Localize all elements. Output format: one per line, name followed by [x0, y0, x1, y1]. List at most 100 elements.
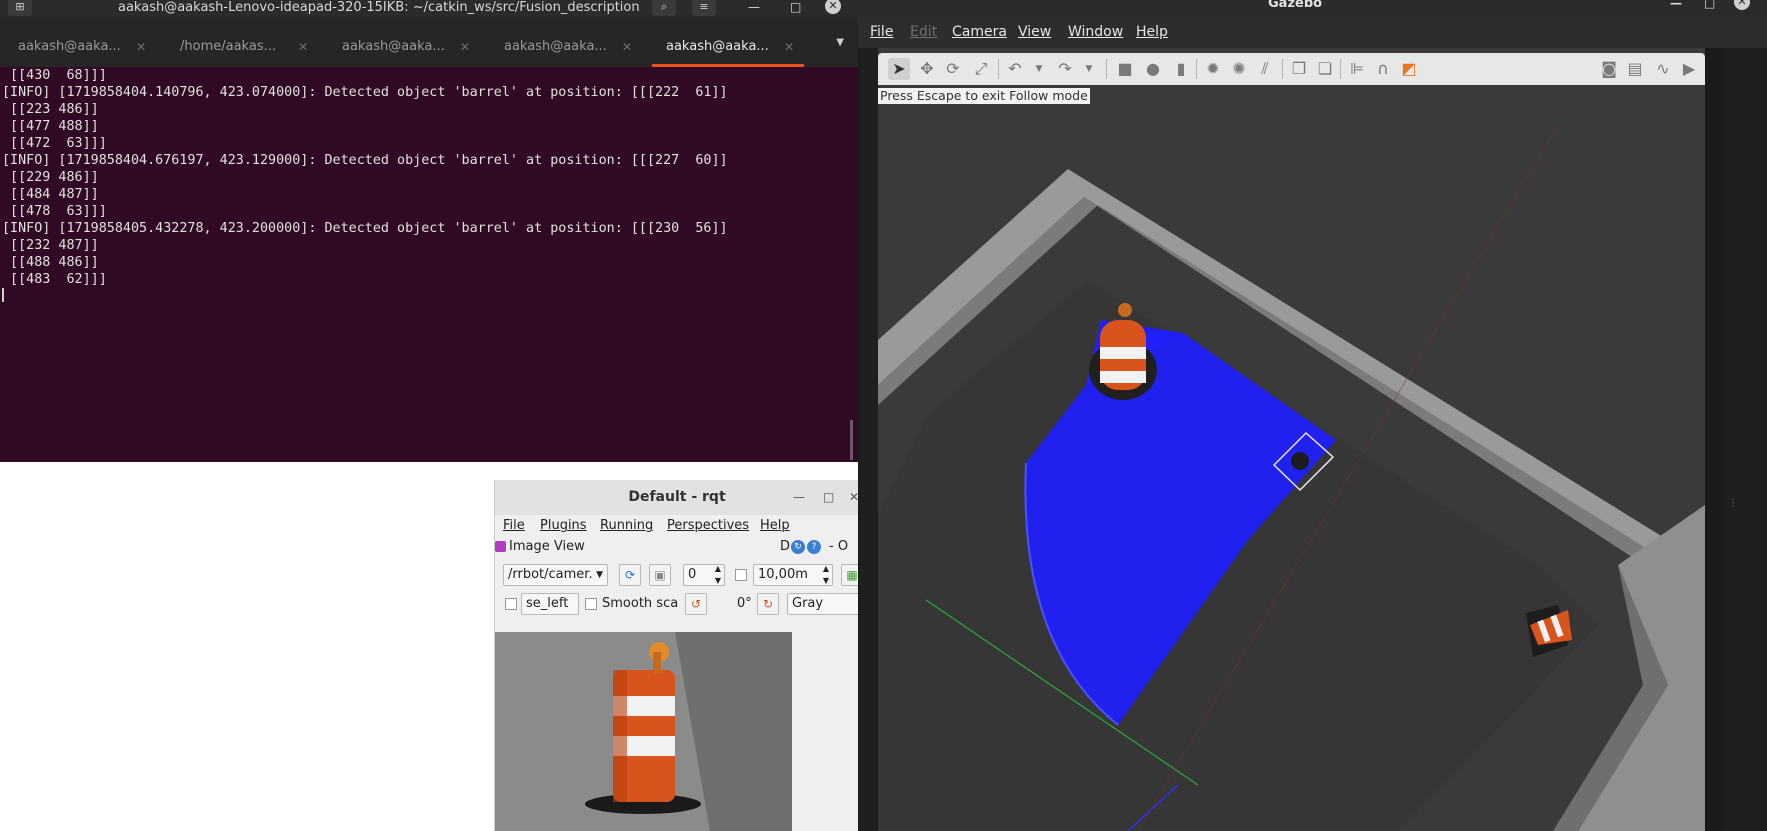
screenshot-icon[interactable]: ◙ — [1598, 58, 1620, 80]
menu-camera[interactable]: Camera — [952, 24, 1007, 40]
terminal-line: [INFO] [1719858404.676197, 423.129000]: … — [2, 153, 728, 168]
spin-box[interactable]: 0 ▲ ▼ — [683, 564, 725, 586]
snap-icon[interactable]: ∩ — [1372, 58, 1394, 80]
spot-light-icon[interactable]: ✺ — [1228, 58, 1250, 80]
topic-select[interactable]: /rrbot/camer. ▼ — [503, 564, 608, 586]
gazebo-window[interactable]: Gazebo — □ ✕ File Edit Camera View Windo… — [858, 0, 1767, 831]
refresh-icon[interactable]: ⟳ — [619, 564, 641, 586]
video-icon[interactable]: ▶ — [1678, 58, 1700, 80]
topic-value: /rrbot/camer. — [508, 567, 593, 582]
right-panel-splitter[interactable]: ⋮ — [1726, 48, 1767, 831]
terminal-titlebar[interactable]: ⊞ aakash@aakash-Lenovo-ideapad-320-15IKB… — [0, 0, 858, 17]
terminal-output[interactable]: [[430 68]]] [INFO] [1719858404.140796, 4… — [0, 67, 850, 462]
close-icon[interactable]: ✕ — [825, 0, 841, 14]
undo-dropdown-icon[interactable]: ▼ — [1028, 58, 1050, 80]
gazebo-3d-viewport[interactable] — [878, 85, 1705, 831]
rotate-left-icon[interactable]: ↺ — [685, 593, 707, 615]
close-plugin-label[interactable]: - O — [829, 539, 848, 554]
distance-checkbox[interactable] — [735, 569, 747, 581]
use-left-label: se_left — [526, 596, 569, 611]
point-light-icon[interactable]: ✹ — [1202, 58, 1224, 80]
spinner-arrows-icon[interactable]: ▲ ▼ — [715, 565, 721, 585]
distance-input[interactable]: 10,00m ▲ ▼ — [753, 564, 833, 586]
menu-view[interactable]: View — [1018, 24, 1051, 40]
search-icon[interactable]: ⌕ — [652, 0, 676, 16]
tab-list-dropdown-icon[interactable]: ▼ — [836, 37, 844, 48]
gazebo-titlebar[interactable]: Gazebo — □ ✕ — [858, 0, 1767, 18]
menu-help[interactable]: Help — [760, 518, 790, 533]
terminal-tab[interactable]: aakash@aaka... ✕ — [0, 17, 160, 67]
menu-window[interactable]: Window — [1068, 24, 1123, 40]
tab-close-icon[interactable]: ✕ — [460, 17, 470, 67]
reload-plugin-icon[interactable]: ↻ — [791, 540, 805, 554]
use-left-field[interactable]: se_left — [521, 593, 579, 615]
minimize-icon[interactable]: — — [793, 480, 805, 515]
menu-running[interactable]: Running — [600, 518, 653, 533]
minimize-icon[interactable]: — — [748, 0, 760, 14]
gazebo-menubar: File Edit Camera View Window Help — [858, 18, 1767, 48]
tab-label: aakash@aaka... — [342, 39, 445, 54]
copy-icon[interactable]: ❐ — [1288, 58, 1310, 80]
terminal-tab[interactable]: /home/aakas... ✕ — [162, 17, 322, 67]
paste-icon[interactable]: ❏ — [1314, 58, 1336, 80]
terminal-title: aakash@aakash-Lenovo-ideapad-320-15IKB: … — [118, 0, 640, 15]
terminal-tab-active[interactable]: aakash@aaka... ✕ — [648, 17, 808, 67]
rotate-right-icon[interactable]: ↻ — [757, 593, 779, 615]
terminal-scrollbar[interactable] — [850, 420, 853, 460]
terminal-line: [[477 488]] — [2, 119, 99, 134]
terminal-tab[interactable]: aakash@aaka... ✕ — [324, 17, 484, 67]
help-icon[interactable]: ? — [807, 540, 821, 554]
maximize-icon[interactable]: □ — [790, 0, 801, 14]
terminal-line: [[483 62]]] — [2, 272, 107, 287]
camera-image-view[interactable] — [495, 632, 792, 831]
spinner-arrows-icon[interactable]: ▲ ▼ — [823, 565, 829, 585]
log-icon[interactable]: ▤ — [1624, 58, 1646, 80]
scale-icon[interactable]: ⤢ — [970, 58, 992, 80]
tab-close-icon[interactable]: ✕ — [622, 17, 632, 67]
menu-plugins[interactable]: Plugins — [540, 518, 587, 533]
zoom-fit-icon[interactable]: ▣ — [649, 564, 671, 586]
splitter-handle-icon[interactable]: ⋮ — [1728, 498, 1738, 509]
terminal-tab[interactable]: aakash@aaka... ✕ — [486, 17, 646, 67]
tab-close-icon[interactable]: ✕ — [784, 17, 794, 67]
menu-perspectives[interactable]: Perspectives — [667, 518, 749, 533]
menu-file[interactable]: File — [503, 518, 525, 533]
redo-dropdown-icon[interactable]: ▼ — [1078, 58, 1100, 80]
select-arrow-icon[interactable]: ➤ — [888, 58, 910, 80]
minimize-icon[interactable]: — — [1670, 0, 1682, 10]
smooth-scaling-label: Smooth scali — [602, 596, 678, 611]
translate-icon[interactable]: ✥ — [916, 58, 938, 80]
rqt-window[interactable]: Default - rqt — □ ✕ File Plugins Running… — [494, 480, 858, 831]
cylinder-icon[interactable]: ▮ — [1170, 58, 1192, 80]
tab-close-icon[interactable]: ✕ — [136, 17, 146, 67]
redo-icon[interactable]: ↷ — [1054, 58, 1076, 80]
view-angle-icon[interactable]: ◩ — [1398, 58, 1420, 80]
new-tab-icon[interactable]: ⊞ — [8, 0, 32, 16]
color-scheme-select[interactable]: Gray — [787, 593, 858, 615]
camera-image — [495, 632, 792, 831]
hamburger-menu-icon[interactable]: ≡ — [692, 0, 716, 16]
directional-light-icon[interactable]: ⫽ — [1254, 58, 1276, 80]
maximize-icon[interactable]: □ — [1704, 0, 1715, 10]
use-left-checkbox[interactable] — [505, 598, 517, 610]
tab-close-icon[interactable]: ✕ — [298, 17, 308, 67]
menu-edit[interactable]: Edit — [910, 24, 937, 40]
box-icon[interactable]: ■ — [1114, 58, 1136, 80]
smooth-scaling-checkbox[interactable] — [585, 598, 597, 610]
undo-icon[interactable]: ↶ — [1004, 58, 1026, 80]
menu-file[interactable]: File — [870, 24, 893, 40]
close-icon[interactable]: ✕ — [1734, 0, 1750, 10]
save-image-icon[interactable]: ▦ — [841, 564, 858, 586]
maximize-icon[interactable]: □ — [823, 480, 834, 515]
rotate-icon[interactable]: ⟳ — [942, 58, 964, 80]
align-icon[interactable]: ⊫ — [1346, 58, 1368, 80]
menu-help[interactable]: Help — [1136, 24, 1168, 40]
tab-label: aakash@aaka... — [504, 39, 607, 54]
left-panel-splitter[interactable] — [860, 48, 878, 831]
follow-mode-message: Press Escape to exit Follow mode — [878, 88, 1090, 104]
plot-icon[interactable]: ∿ — [1652, 58, 1674, 80]
sphere-icon[interactable]: ● — [1142, 58, 1164, 80]
rqt-titlebar[interactable]: Default - rqt — □ ✕ — [495, 480, 858, 515]
close-icon[interactable]: ✕ — [849, 480, 858, 515]
terminal-window[interactable]: ⊞ aakash@aakash-Lenovo-ideapad-320-15IKB… — [0, 0, 858, 462]
